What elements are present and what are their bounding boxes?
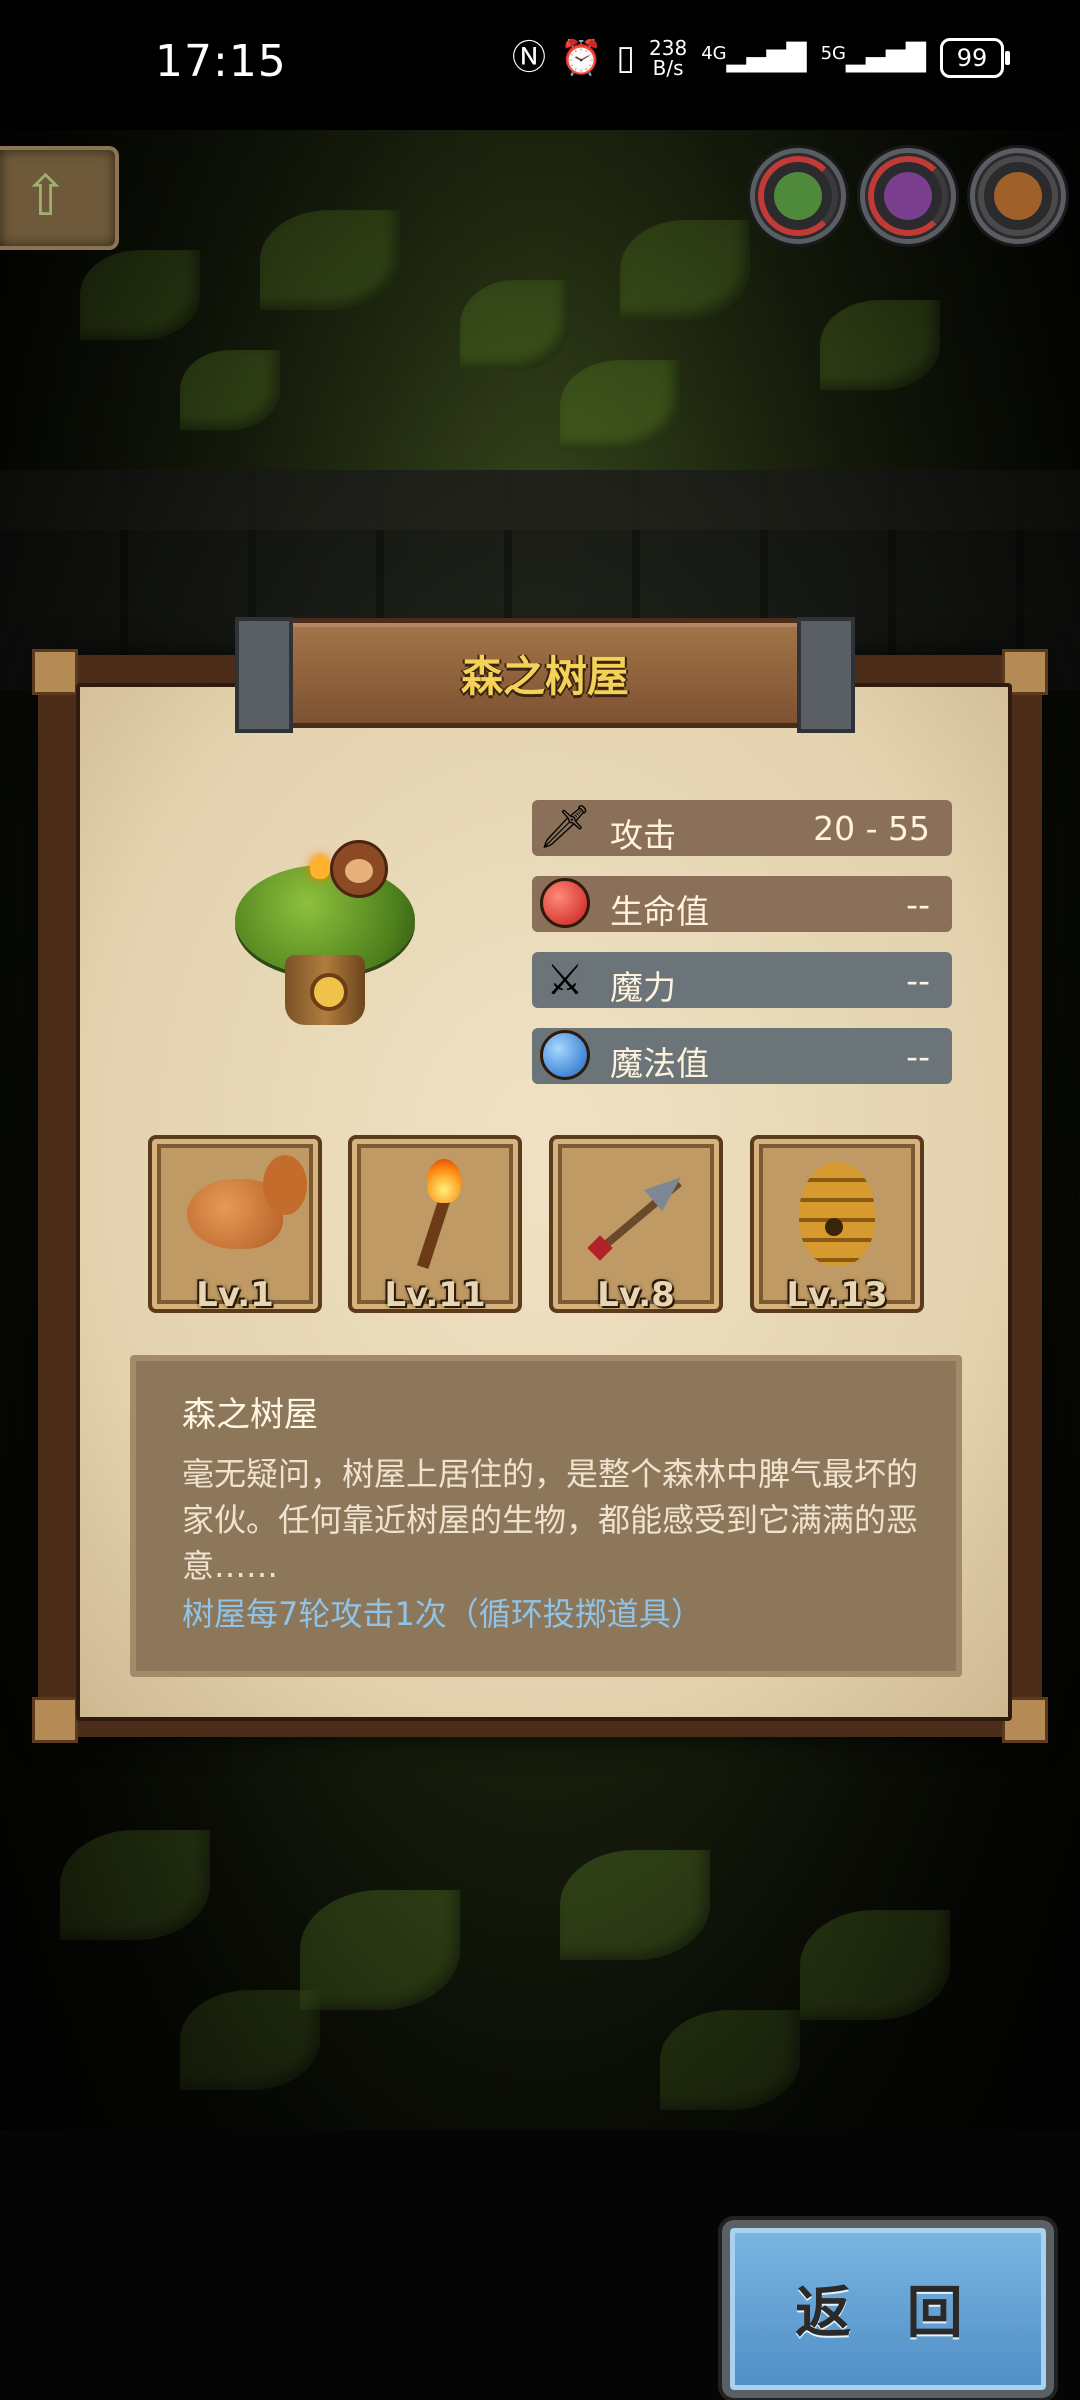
- health-ring: [758, 156, 838, 236]
- item-slot-spear[interactable]: Lv.8: [549, 1135, 723, 1315]
- panel-title: 森之树屋: [460, 652, 629, 701]
- health-ring: [978, 156, 1058, 236]
- item-level: Lv.13: [786, 1275, 888, 1315]
- hero-portrait-2[interactable]: [860, 148, 956, 244]
- signal-5g: 5G▂▄▆█: [821, 43, 926, 73]
- description-box: 森之树屋 毫无疑问，树屋上居住的，是整个森林中脾气最坏的家伙。任何靠近树屋的生物…: [130, 1355, 962, 1677]
- signal-4g: 4G▂▄▆█: [701, 43, 806, 73]
- stat-value: --: [906, 961, 930, 1000]
- blue-potion-icon: [536, 1024, 594, 1086]
- stat-value: --: [906, 1037, 930, 1076]
- item-slot-beehive[interactable]: Lv.13: [750, 1135, 924, 1315]
- panel-corner: [32, 649, 78, 695]
- signal-bars-icon: ▂▄▆█: [726, 43, 807, 73]
- red-potion-icon: [536, 872, 594, 934]
- signal-5g-label: 5G: [820, 43, 847, 64]
- description-title: 森之树屋: [182, 1395, 318, 1435]
- spear-icon: [553, 1159, 719, 1269]
- stat-attack: 🗡 攻击 20 - 55: [532, 800, 952, 856]
- monkey-icon: [330, 840, 388, 898]
- stat-value: 20 - 55: [813, 809, 930, 848]
- item-level: Lv.1: [196, 1275, 274, 1315]
- nfc-icon: Ⓝ: [511, 38, 546, 78]
- tree-door: [310, 973, 348, 1011]
- hero-portrait-1[interactable]: [750, 148, 846, 244]
- description-note: 树屋每7轮攻击1次（循环投掷道具）: [182, 1595, 703, 1633]
- squirrel-icon: [152, 1155, 318, 1269]
- beehive-icon: [754, 1159, 920, 1269]
- title-plank: 森之树屋: [235, 617, 855, 733]
- stat-label: 攻击: [610, 816, 676, 855]
- signal-4g-label: 4G: [701, 43, 727, 64]
- net-speed: 238 B/s: [649, 38, 687, 78]
- up-button[interactable]: ⇧: [0, 146, 119, 250]
- stat-label: 魔法值: [610, 1044, 709, 1083]
- stat-mana: 魔法值 --: [532, 1028, 952, 1084]
- vibrate-icon: ▯: [616, 38, 636, 78]
- battery-icon: 99: [940, 38, 1010, 78]
- stat-label: 生命值: [610, 892, 709, 931]
- alarm-icon: ⏰: [559, 38, 603, 78]
- signal-bars-icon: ▂▄▆█: [846, 43, 926, 73]
- stat-magic: ⚔ 魔力 --: [532, 952, 952, 1008]
- stat-label: 魔力: [610, 968, 676, 1007]
- description-body: 毫无疑问，树屋上居住的，是整个森林中脾气最坏的家伙。任何靠近树屋的生物，都能感受…: [182, 1455, 919, 1585]
- net-speed-unit: B/s: [652, 56, 684, 80]
- item-level: Lv.8: [597, 1275, 675, 1315]
- status-bar: 17:15 Ⓝ ⏰ ▯ 238 B/s 4G▂▄▆█ 5G▂▄▆█ 99: [0, 0, 1080, 130]
- item-slot-torch[interactable]: Lv.11: [348, 1135, 522, 1315]
- tree-house-tower-icon: [230, 840, 420, 1035]
- stat-hp: 生命值 --: [532, 876, 952, 932]
- return-button[interactable]: 返 回: [722, 2220, 1054, 2398]
- up-arrow-icon: ⇧: [22, 164, 69, 229]
- health-ring: [868, 156, 948, 236]
- torch-fire: [310, 855, 330, 879]
- torch-icon: [352, 1159, 518, 1269]
- stat-value: --: [906, 885, 930, 924]
- item-slot-squirrel[interactable]: Lv.1: [148, 1135, 322, 1315]
- status-icons: Ⓝ ⏰ ▯ 238 B/s 4G▂▄▆█ 5G▂▄▆█ 99: [511, 38, 1010, 78]
- panel-corner: [32, 1697, 78, 1743]
- return-button-label: 返 回: [795, 2281, 981, 2346]
- item-level: Lv.11: [384, 1275, 486, 1315]
- net-speed-value: 238: [649, 36, 688, 60]
- magic-staff-icon: ⚔: [546, 954, 584, 1004]
- hero-portrait-3[interactable]: [970, 148, 1066, 244]
- status-time: 17:15: [155, 36, 287, 87]
- sword-icon: 🗡: [538, 802, 592, 851]
